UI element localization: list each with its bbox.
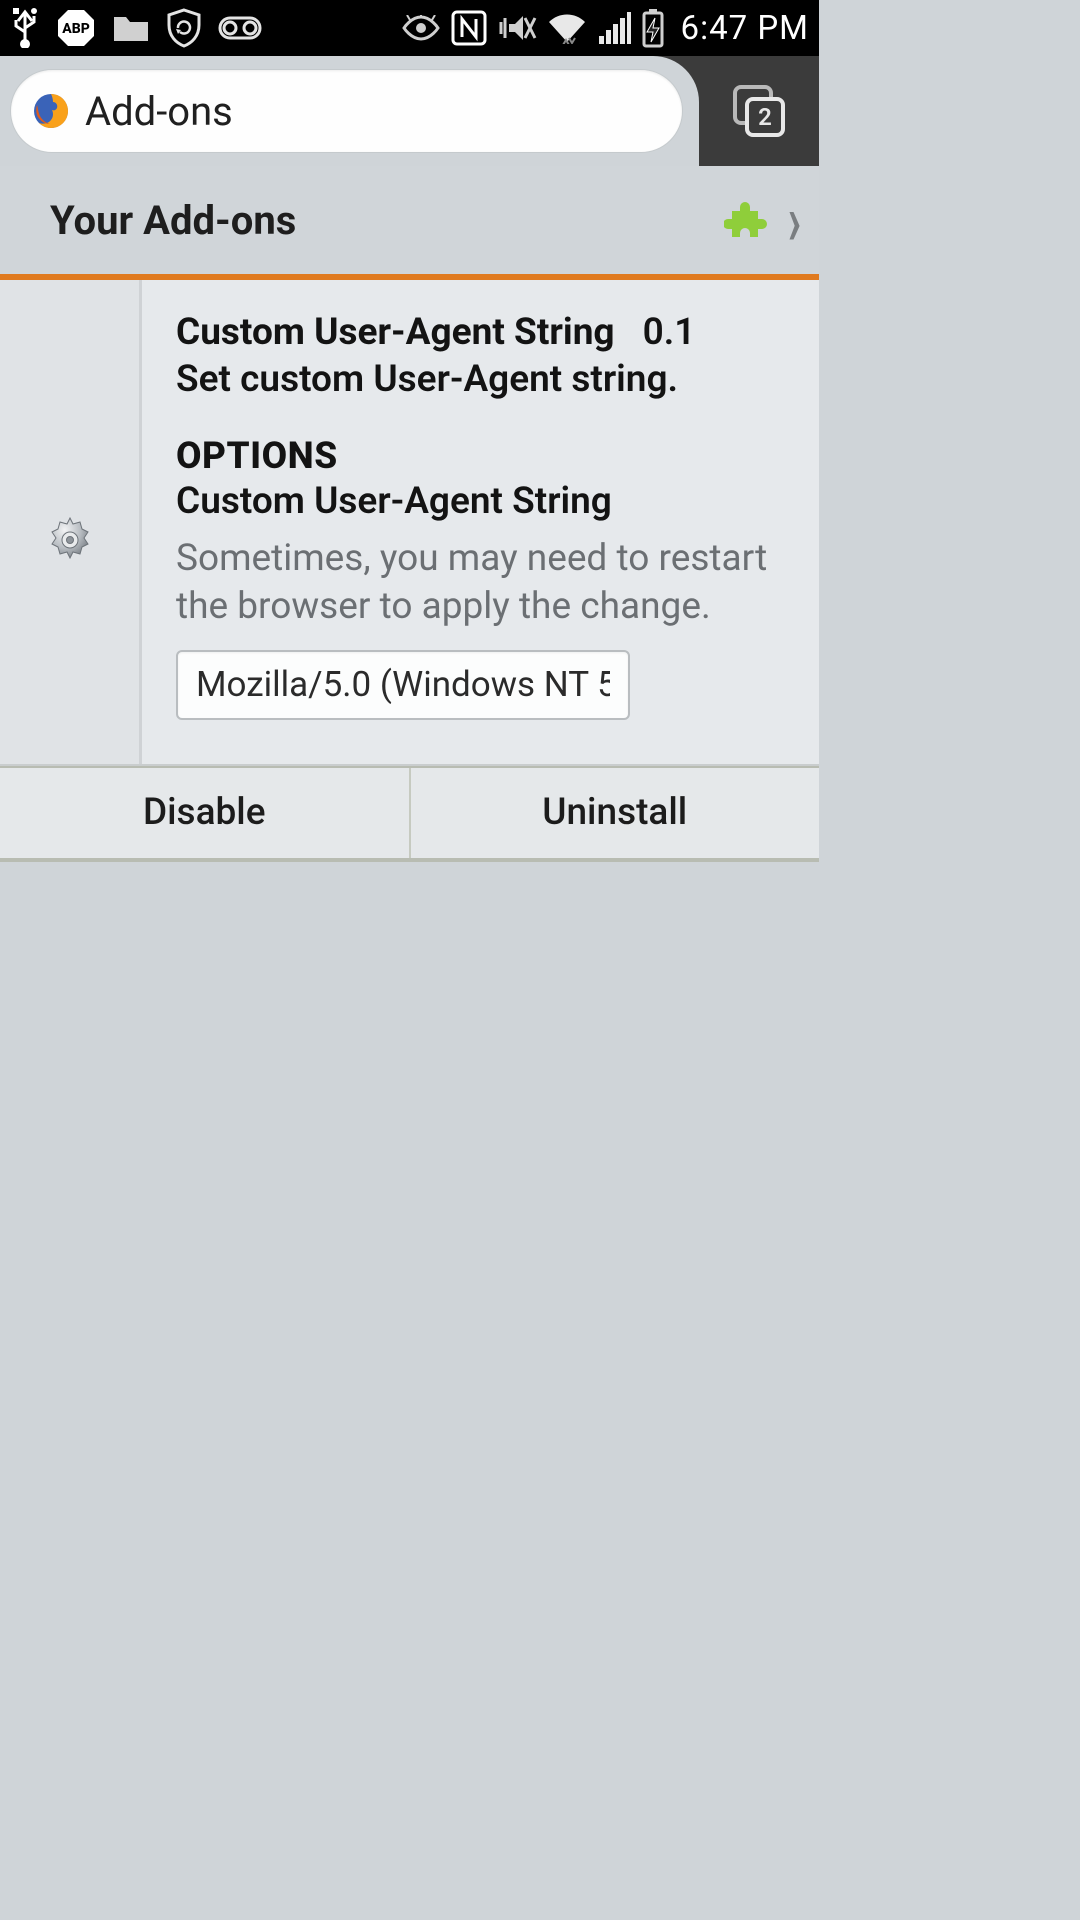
addon-name: Custom User-Agent String: [176, 311, 615, 354]
addon-subtitle: Set custom User-Agent string.: [176, 358, 789, 401]
addon-actions: Disable Uninstall: [0, 766, 819, 862]
shield-sync-icon: [166, 8, 202, 48]
svg-text:ABP: ABP: [62, 21, 90, 37]
abp-icon: ABP: [56, 8, 96, 48]
options-label: OPTIONS: [176, 435, 789, 478]
puzzle-icon: [724, 197, 770, 243]
empty-space: [0, 862, 819, 1456]
tabs-stack-icon: 2: [733, 85, 785, 137]
chevron-right-icon: ›: [788, 178, 801, 261]
user-agent-input[interactable]: [176, 650, 630, 720]
addon-icon-gutter: [0, 280, 142, 764]
url-bar-container: Add-ons: [0, 56, 699, 166]
options-note: Sometimes, you may need to restart the b…: [176, 535, 789, 630]
addon-body: Custom User-Agent String 0.1 Set custom U…: [142, 280, 819, 764]
addons-header-title: Your Add-ons: [50, 197, 296, 244]
tabs-count: 2: [745, 97, 785, 137]
url-title: Add-ons: [85, 88, 233, 135]
nfc-icon: [451, 10, 487, 46]
wifi-icon: [547, 12, 587, 44]
vibrate-mute-icon: [497, 10, 537, 46]
uninstall-button[interactable]: Uninstall: [411, 768, 820, 858]
firefox-icon: [31, 91, 71, 131]
voicemail-icon: [218, 16, 262, 40]
status-bar: ABP: [0, 0, 819, 56]
usb-icon: [10, 8, 40, 48]
status-right-icons: 6:47 PM: [401, 8, 809, 48]
addons-header[interactable]: Your Add-ons ›: [0, 166, 819, 280]
tabs-button[interactable]: 2: [699, 56, 819, 166]
browser-toolbar: Add-ons 2: [0, 56, 819, 166]
options-name: Custom User-Agent String: [176, 480, 789, 523]
signal-icon: [597, 12, 631, 44]
gear-icon: [42, 316, 98, 764]
addon-title-line: Custom User-Agent String 0.1: [176, 310, 789, 356]
battery-charging-icon: [641, 8, 665, 48]
folder-icon: [112, 13, 150, 43]
status-left-icons: ABP: [10, 8, 262, 48]
eye-icon: [401, 15, 441, 41]
addon-card: Custom User-Agent String 0.1 Set custom U…: [0, 280, 819, 766]
disable-button[interactable]: Disable: [0, 768, 411, 858]
addon-version: 0.1: [643, 311, 696, 354]
url-bar[interactable]: Add-ons: [10, 69, 683, 153]
status-time: 6:47 PM: [681, 9, 809, 48]
